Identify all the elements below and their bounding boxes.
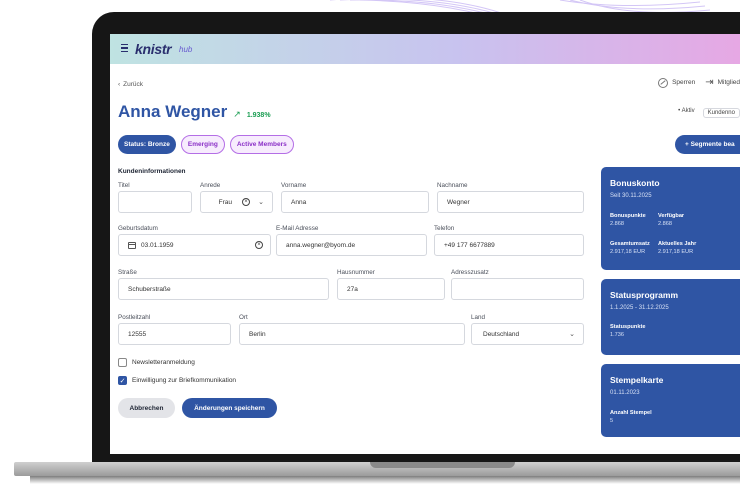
label-land: Land bbox=[471, 314, 486, 321]
label-telefon: Telefon bbox=[434, 225, 455, 232]
letter-consent-label: Einwilligung zur Briefkommunikation bbox=[132, 377, 237, 384]
cancel-button[interactable]: Abbrechen bbox=[118, 398, 175, 418]
chevron-down-icon: ⌄ bbox=[258, 199, 264, 206]
land-value: Deutschland bbox=[483, 330, 520, 338]
app-header: knistr hub bbox=[110, 34, 740, 64]
label-email: E-Mail Adresse bbox=[276, 225, 319, 232]
label-nachname: Nachname bbox=[437, 182, 468, 189]
anrede-select[interactable]: Frau × ⌄ bbox=[200, 191, 273, 213]
status-period: 1.1.2025 - 31.12.2025 bbox=[610, 305, 669, 311]
geburtsdatum-field[interactable]: 03.01.1959 × bbox=[118, 234, 271, 256]
bonus-since: Seit 30.11.2025 bbox=[610, 193, 652, 199]
ort-field[interactable]: Berlin bbox=[239, 323, 465, 345]
active-badge: • Aktiv bbox=[678, 108, 695, 114]
brand-logo[interactable]: knistr bbox=[135, 41, 172, 57]
letter-consent-row[interactable]: ✓ Einwilligung zur Briefkommunikation bbox=[118, 376, 236, 385]
adresszusatz-field[interactable] bbox=[451, 278, 584, 300]
stamp-card[interactable]: Stempelkarte 01.11.2023 Anzahl Stempel 5 bbox=[601, 364, 740, 437]
block-icon[interactable] bbox=[658, 77, 669, 88]
clear-date-icon[interactable]: × bbox=[255, 241, 263, 249]
logout-icon[interactable]: ⇥ bbox=[705, 77, 713, 88]
customer-meta: • Aktiv Kundenno bbox=[678, 108, 740, 118]
geburtsdatum-value: 03.01.1959 bbox=[141, 241, 174, 249]
label-plz: Postleitzahl bbox=[118, 314, 151, 321]
brand-sub: hub bbox=[179, 45, 193, 54]
current-year-label: Aktuelles Jahr bbox=[658, 241, 697, 247]
current-year-value: 2.917,18 EUR bbox=[658, 249, 694, 255]
menu-icon[interactable] bbox=[121, 44, 129, 53]
stamp-count-label: Anzahl Stempel bbox=[610, 410, 652, 416]
anrede-value: Frau bbox=[218, 198, 232, 206]
customer-number-badge: Kundenno bbox=[702, 108, 740, 118]
bonus-title: Bonuskonto bbox=[610, 178, 660, 188]
label-ort: Ort bbox=[239, 314, 248, 321]
label-titel: Titel bbox=[118, 182, 130, 189]
section-title: Kundeninformationen bbox=[118, 168, 186, 175]
plz-field[interactable]: 12555 bbox=[118, 323, 231, 345]
save-button[interactable]: Änderungen speichern bbox=[182, 398, 277, 418]
letter-consent-checkbox[interactable]: ✓ bbox=[118, 376, 127, 385]
titel-field[interactable] bbox=[118, 191, 192, 213]
member-button[interactable]: Mitglied bbox=[718, 79, 740, 86]
status-card[interactable]: Statusprogramm 1.1.2025 - 31.12.2025 Sta… bbox=[601, 279, 740, 355]
bonus-points-value: 2.868 bbox=[610, 221, 624, 227]
chevron-down-icon: ⌄ bbox=[569, 331, 575, 338]
available-value: 2.868 bbox=[658, 221, 672, 227]
strasse-field[interactable]: Schuberstraße bbox=[118, 278, 329, 300]
stamp-date: 01.11.2023 bbox=[610, 390, 640, 396]
email-field[interactable]: anna.wegner@byom.de bbox=[276, 234, 427, 256]
bonus-card[interactable]: Bonuskonto Seit 30.11.2025 Bonuspunkte 2… bbox=[601, 167, 740, 270]
label-hausnummer: Hausnummer bbox=[337, 269, 375, 276]
status-points-label: Statuspunkte bbox=[610, 324, 646, 330]
chevron-left-icon: ‹ bbox=[118, 81, 121, 88]
customer-name: Anna Wegner bbox=[118, 102, 228, 121]
block-button[interactable]: Sperren bbox=[672, 79, 695, 86]
total-revenue-label: Gesamtumsatz bbox=[610, 241, 650, 247]
back-label: Zurück bbox=[123, 81, 144, 88]
status-points-value: 1.736 bbox=[610, 332, 624, 338]
vorname-field[interactable]: Anna bbox=[281, 191, 429, 213]
trend-value: 1.938% bbox=[246, 112, 271, 119]
label-geburtsdatum: Geburtsdatum bbox=[118, 225, 158, 232]
hausnummer-field[interactable]: 27a bbox=[337, 278, 445, 300]
status-title: Statusprogramm bbox=[610, 290, 679, 300]
label-vorname: Vorname bbox=[281, 182, 307, 189]
stamp-title: Stempelkarte bbox=[610, 375, 664, 385]
app-screen: knistr hub ‹ Zurück Sperren ⇥ Mitglied An… bbox=[110, 34, 740, 454]
customer-title-row: Anna Wegner ↗ 1.938% bbox=[118, 102, 271, 122]
tag-list: Status: Bronze Emerging Active Members bbox=[118, 135, 294, 154]
label-adresszusatz: Adresszusatz bbox=[451, 269, 489, 276]
trend-up-icon: ↗ bbox=[233, 109, 241, 119]
newsletter-label: Newsletteranmeldung bbox=[132, 359, 195, 366]
nachname-field[interactable]: Wegner bbox=[437, 191, 584, 213]
calendar-icon bbox=[128, 241, 136, 249]
telefon-field[interactable]: +49 177 6677889 bbox=[434, 234, 584, 256]
newsletter-checkbox[interactable] bbox=[118, 358, 127, 367]
tag-status[interactable]: Status: Bronze bbox=[118, 135, 176, 154]
newsletter-row[interactable]: Newsletteranmeldung bbox=[118, 358, 195, 367]
clear-icon[interactable]: × bbox=[242, 198, 250, 206]
edit-segments-button[interactable]: + Segmente bea bbox=[675, 135, 740, 154]
stamp-count-value: 5 bbox=[610, 418, 614, 424]
back-link[interactable]: ‹ Zurück bbox=[118, 81, 143, 88]
available-label: Verfügbar bbox=[658, 213, 685, 219]
total-revenue-value: 2.917,18 EUR bbox=[610, 249, 646, 255]
laptop-base bbox=[0, 462, 740, 490]
label-strasse: Straße bbox=[118, 269, 137, 276]
label-anrede: Anrede bbox=[200, 182, 221, 189]
bonus-points-label: Bonuspunkte bbox=[610, 213, 646, 219]
tag-emerging[interactable]: Emerging bbox=[180, 135, 225, 154]
top-actions: Sperren ⇥ Mitglied bbox=[658, 77, 740, 88]
tag-active-members[interactable]: Active Members bbox=[229, 135, 294, 154]
land-select[interactable]: Deutschland ⌄ bbox=[471, 323, 584, 345]
